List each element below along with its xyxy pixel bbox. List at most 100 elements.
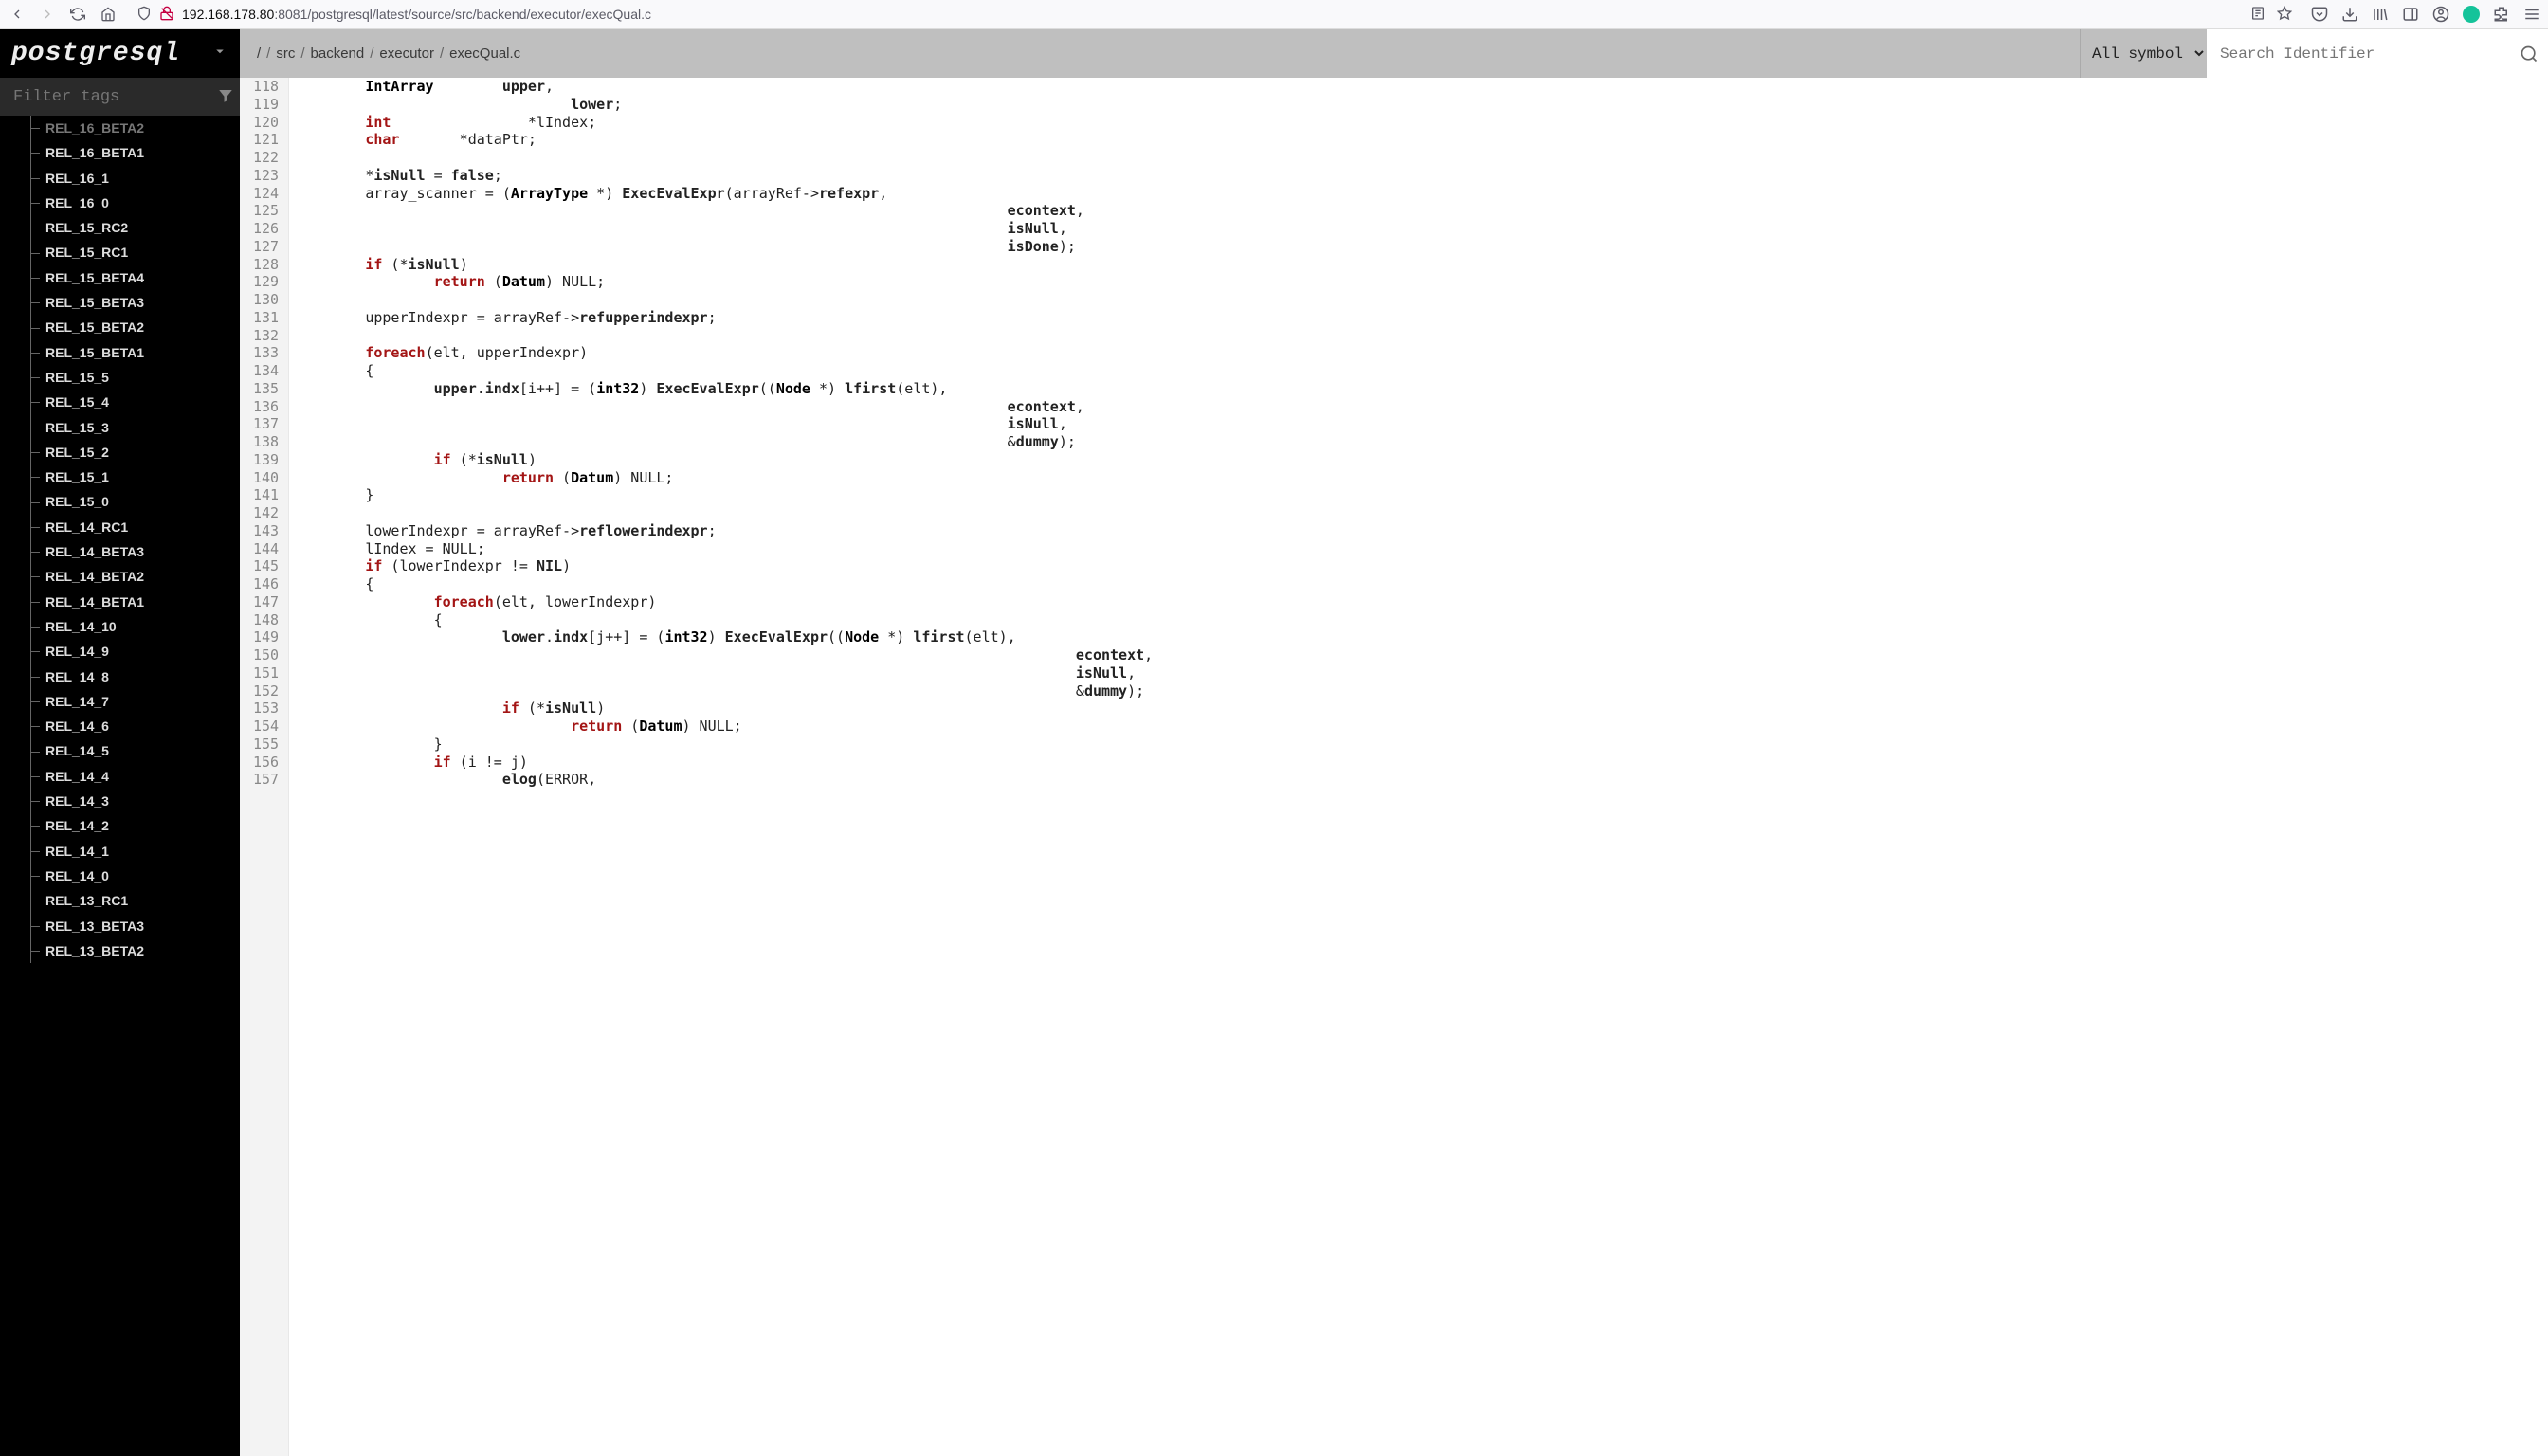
breadcrumb-segment[interactable]: executor bbox=[379, 46, 434, 62]
line-number[interactable]: 138 bbox=[253, 433, 279, 451]
tag-item[interactable]: REL_13_BETA3 bbox=[0, 914, 240, 938]
tag-item[interactable]: REL_14_8 bbox=[0, 664, 240, 689]
line-number[interactable]: 141 bbox=[253, 486, 279, 504]
back-button[interactable] bbox=[8, 5, 27, 24]
search-button[interactable] bbox=[2510, 29, 2548, 78]
line-number[interactable]: 133 bbox=[253, 344, 279, 362]
tag-item[interactable]: REL_15_BETA1 bbox=[0, 340, 240, 365]
line-number[interactable]: 151 bbox=[253, 664, 279, 682]
downloads-icon[interactable] bbox=[2341, 6, 2358, 23]
tag-item[interactable]: REL_14_0 bbox=[0, 864, 240, 888]
tag-item[interactable]: REL_16_1 bbox=[0, 166, 240, 191]
tag-item[interactable]: REL_14_3 bbox=[0, 789, 240, 813]
tag-item[interactable]: REL_16_BETA1 bbox=[0, 140, 240, 165]
line-number[interactable]: 120 bbox=[253, 114, 279, 132]
line-number[interactable]: 124 bbox=[253, 185, 279, 203]
line-number[interactable]: 136 bbox=[253, 398, 279, 416]
line-number[interactable]: 125 bbox=[253, 202, 279, 220]
symbol-type-select[interactable]: All symbol bbox=[2080, 29, 2207, 78]
menu-icon[interactable] bbox=[2523, 6, 2540, 23]
sidebar-icon[interactable] bbox=[2402, 6, 2419, 23]
line-number[interactable]: 149 bbox=[253, 628, 279, 646]
line-number[interactable]: 156 bbox=[253, 754, 279, 772]
library-icon[interactable] bbox=[2372, 6, 2389, 23]
tag-item[interactable]: REL_14_7 bbox=[0, 689, 240, 714]
line-number[interactable]: 154 bbox=[253, 718, 279, 736]
filter-tags-input[interactable] bbox=[13, 88, 217, 106]
tag-item[interactable]: REL_14_BETA1 bbox=[0, 590, 240, 614]
line-number[interactable]: 135 bbox=[253, 380, 279, 398]
extensions-icon[interactable] bbox=[2493, 6, 2510, 23]
tag-item[interactable]: REL_15_2 bbox=[0, 440, 240, 464]
line-number[interactable]: 152 bbox=[253, 682, 279, 701]
line-number[interactable]: 127 bbox=[253, 238, 279, 256]
line-number[interactable]: 157 bbox=[253, 771, 279, 789]
line-number[interactable]: 130 bbox=[253, 291, 279, 309]
tag-item[interactable]: REL_15_RC2 bbox=[0, 215, 240, 240]
tag-item[interactable]: REL_14_5 bbox=[0, 738, 240, 763]
code-content[interactable]: IntArray upper, lower; int *lIndex; char… bbox=[289, 78, 2548, 1456]
line-number[interactable]: 128 bbox=[253, 256, 279, 274]
forward-button[interactable] bbox=[38, 5, 57, 24]
tag-item[interactable]: REL_15_5 bbox=[0, 365, 240, 390]
line-number[interactable]: 134 bbox=[253, 362, 279, 380]
line-number[interactable]: 150 bbox=[253, 646, 279, 664]
tag-item[interactable]: REL_15_BETA4 bbox=[0, 265, 240, 290]
tag-item[interactable]: REL_14_1 bbox=[0, 839, 240, 864]
tag-item[interactable]: REL_14_BETA2 bbox=[0, 564, 240, 589]
tag-item[interactable]: REL_14_RC1 bbox=[0, 515, 240, 539]
line-number[interactable]: 121 bbox=[253, 131, 279, 149]
reload-button[interactable] bbox=[68, 5, 87, 24]
tag-list[interactable]: REL_16_BETA2REL_16_BETA1REL_16_1REL_16_0… bbox=[0, 116, 240, 1456]
breadcrumb-segment[interactable]: backend bbox=[311, 46, 365, 62]
reader-icon[interactable] bbox=[2250, 6, 2266, 24]
line-number[interactable]: 144 bbox=[253, 540, 279, 558]
line-number[interactable]: 143 bbox=[253, 522, 279, 540]
line-number[interactable]: 148 bbox=[253, 611, 279, 629]
breadcrumb-segment[interactable]: execQual.c bbox=[449, 46, 520, 62]
url-bar[interactable]: 192.168.178.80:8081/postgresql/latest/so… bbox=[129, 6, 2300, 24]
tag-item[interactable]: REL_14_10 bbox=[0, 614, 240, 639]
tag-item[interactable]: REL_13_RC1 bbox=[0, 888, 240, 913]
tag-item[interactable]: REL_15_4 bbox=[0, 390, 240, 414]
home-button[interactable] bbox=[99, 5, 118, 24]
search-input[interactable] bbox=[2207, 29, 2510, 78]
line-number[interactable]: 139 bbox=[253, 451, 279, 469]
tag-item[interactable]: REL_13_BETA2 bbox=[0, 938, 240, 963]
line-number[interactable]: 119 bbox=[253, 96, 279, 114]
tag-item[interactable]: REL_14_BETA3 bbox=[0, 539, 240, 564]
tag-item[interactable]: REL_16_BETA2 bbox=[0, 116, 240, 140]
line-number[interactable]: 145 bbox=[253, 557, 279, 575]
tag-item[interactable]: REL_15_3 bbox=[0, 415, 240, 440]
tag-item[interactable]: REL_16_0 bbox=[0, 191, 240, 215]
filter-icon[interactable] bbox=[217, 87, 234, 107]
tag-item[interactable]: REL_14_4 bbox=[0, 764, 240, 789]
line-number[interactable]: 129 bbox=[253, 273, 279, 291]
grammarly-icon[interactable] bbox=[2463, 6, 2480, 23]
tag-item[interactable]: REL_15_0 bbox=[0, 489, 240, 514]
tag-item[interactable]: REL_15_RC1 bbox=[0, 240, 240, 264]
tag-item[interactable]: REL_14_2 bbox=[0, 813, 240, 838]
project-selector[interactable]: postgresql bbox=[0, 29, 240, 78]
tag-item[interactable]: REL_15_BETA2 bbox=[0, 315, 240, 339]
line-number[interactable]: 132 bbox=[253, 327, 279, 345]
tag-item[interactable]: REL_15_BETA3 bbox=[0, 290, 240, 315]
line-number[interactable]: 122 bbox=[253, 149, 279, 167]
bookmark-icon[interactable] bbox=[2277, 6, 2292, 24]
line-number[interactable]: 147 bbox=[253, 593, 279, 611]
line-number[interactable]: 118 bbox=[253, 78, 279, 96]
line-number[interactable]: 155 bbox=[253, 736, 279, 754]
tag-item[interactable]: REL_15_1 bbox=[0, 464, 240, 489]
breadcrumb-root[interactable]: / bbox=[257, 46, 261, 62]
line-number[interactable]: 126 bbox=[253, 220, 279, 238]
line-number[interactable]: 146 bbox=[253, 575, 279, 593]
line-number[interactable]: 142 bbox=[253, 504, 279, 522]
tag-item[interactable]: REL_14_6 bbox=[0, 714, 240, 738]
tag-item[interactable]: REL_14_9 bbox=[0, 639, 240, 664]
line-number[interactable]: 131 bbox=[253, 309, 279, 327]
account-icon[interactable] bbox=[2432, 6, 2449, 23]
pocket-icon[interactable] bbox=[2311, 6, 2328, 23]
line-number[interactable]: 153 bbox=[253, 700, 279, 718]
line-number[interactable]: 123 bbox=[253, 167, 279, 185]
code-area[interactable]: 1181191201211221231241251261271281291301… bbox=[240, 78, 2548, 1456]
